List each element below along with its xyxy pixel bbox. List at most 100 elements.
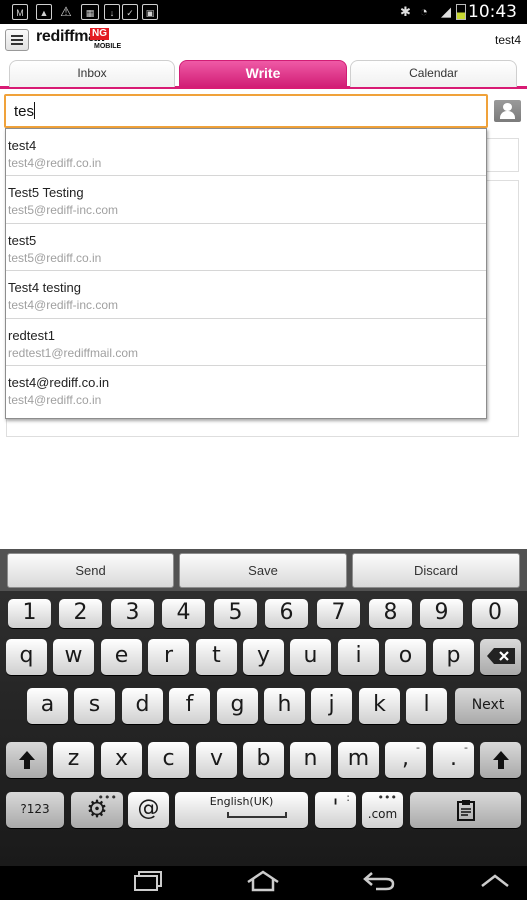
- tab-calendar[interactable]: Calendar: [350, 60, 517, 87]
- key-e[interactable]: e: [101, 639, 142, 675]
- to-input[interactable]: tes: [4, 94, 488, 128]
- key-p[interactable]: p: [433, 639, 474, 675]
- contact-name: test5: [8, 232, 37, 248]
- menu-icon-line: [11, 39, 23, 41]
- key-0[interactable]: 0: [472, 599, 518, 628]
- key-g[interactable]: g: [217, 688, 258, 724]
- symbols-key[interactable]: ?123: [6, 792, 64, 828]
- gmail-icon: M: [12, 4, 28, 20]
- key-l[interactable]: l: [406, 688, 447, 724]
- contact-picker-button[interactable]: [494, 100, 521, 122]
- list-item[interactable]: Test5 Testing test5@rediff-inc.com: [6, 176, 486, 224]
- key-6[interactable]: 6: [265, 599, 308, 628]
- download-icon: ↓: [104, 4, 120, 20]
- space-key[interactable]: English(UK): [175, 792, 308, 828]
- key-period-label: .: [450, 746, 457, 771]
- autocomplete-list: test4 test4@rediff.co.in Test5 Testing t…: [5, 128, 487, 419]
- key-x[interactable]: x: [101, 742, 142, 778]
- key-a[interactable]: a: [27, 688, 68, 724]
- list-item[interactable]: test4@rediff.co.in test4@rediff.co.in: [6, 366, 486, 413]
- list-item[interactable]: test4 test4@rediff.co.in: [6, 129, 486, 177]
- home-icon[interactable]: [246, 870, 280, 899]
- send-button[interactable]: Send: [7, 553, 174, 588]
- clipboard-icon: [456, 800, 475, 821]
- key-o[interactable]: o: [385, 639, 426, 675]
- key-c[interactable]: c: [148, 742, 189, 778]
- contact-email: test5@rediff-inc.com: [8, 203, 118, 218]
- keyboard-icon: ▦: [81, 4, 99, 20]
- text-caret: [34, 102, 36, 119]
- to-input-value: tes: [14, 103, 35, 120]
- key-comma-label: ,: [402, 746, 409, 771]
- shift-key[interactable]: [6, 742, 47, 778]
- key-4[interactable]: 4: [162, 599, 205, 628]
- key-t[interactable]: t: [196, 639, 237, 675]
- back-icon[interactable]: [362, 870, 396, 899]
- key-2[interactable]: 2: [59, 599, 102, 628]
- contact-name: Test5 Testing: [8, 185, 84, 201]
- key-r[interactable]: r: [148, 639, 189, 675]
- next-key[interactable]: Next: [455, 688, 521, 724]
- key-m[interactable]: m: [338, 742, 379, 778]
- key-j[interactable]: j: [311, 688, 352, 724]
- hide-keyboard-icon[interactable]: [478, 870, 512, 899]
- clock: 10:43: [468, 2, 517, 22]
- clipboard-key[interactable]: [410, 792, 521, 828]
- key-1[interactable]: 1: [8, 599, 51, 628]
- backspace-icon: [486, 648, 515, 664]
- settings-key[interactable]: ⚙ •••: [71, 792, 123, 828]
- key-w[interactable]: w: [53, 639, 94, 675]
- tab-write[interactable]: Write: [179, 60, 347, 87]
- tab-inbox[interactable]: Inbox: [9, 60, 175, 87]
- backspace-key[interactable]: [480, 639, 521, 675]
- discard-button[interactable]: Discard: [352, 553, 520, 588]
- contact-email: test4@rediff-inc.com: [8, 298, 118, 313]
- key-at[interactable]: @: [128, 792, 169, 828]
- key-y[interactable]: y: [243, 639, 284, 675]
- key-8[interactable]: 8: [369, 599, 412, 628]
- key-s[interactable]: s: [74, 688, 115, 724]
- contact-name: Test4 testing: [8, 280, 81, 296]
- key-b[interactable]: b: [243, 742, 284, 778]
- list-item[interactable]: Test4 testing test4@rediff-inc.com: [6, 271, 486, 319]
- shift-key-right[interactable]: [480, 742, 521, 778]
- dotcom-key[interactable]: .com •••: [362, 792, 403, 828]
- key-z[interactable]: z: [53, 742, 94, 778]
- key-k[interactable]: k: [359, 688, 400, 724]
- contact-name: test4@rediff.co.in: [8, 374, 110, 390]
- key-9[interactable]: 9: [420, 599, 463, 628]
- key-comma[interactable]: , -: [385, 742, 426, 778]
- save-button[interactable]: Save: [179, 553, 347, 588]
- key-apostrophe-alt: :: [346, 791, 350, 804]
- shift-icon: [18, 751, 35, 769]
- list-item[interactable]: redtest1 redtest1@rediffmail.com: [6, 319, 486, 366]
- key-7[interactable]: 7: [317, 599, 360, 628]
- key-3[interactable]: 3: [111, 599, 154, 628]
- list-item[interactable]: test5 test5@rediff.co.in: [6, 224, 486, 272]
- key-v[interactable]: v: [196, 742, 237, 778]
- app-header: rediffmail NG MOBILE test4: [0, 24, 527, 56]
- key-u[interactable]: u: [290, 639, 331, 675]
- space-key-label: English(UK): [209, 795, 274, 808]
- key-d[interactable]: d: [122, 688, 163, 724]
- contact-email: test4@rediff.co.in: [8, 392, 102, 407]
- key-period[interactable]: . -: [433, 742, 474, 778]
- contact-email: redtest1@rediffmail.com: [8, 345, 139, 360]
- contact-name: redtest1: [8, 327, 55, 343]
- user-name[interactable]: test4: [495, 33, 521, 47]
- key-5[interactable]: 5: [214, 599, 257, 628]
- key-apostrophe[interactable]: ' :: [315, 792, 356, 828]
- key-period-alt: -: [464, 741, 468, 754]
- menu-button[interactable]: [5, 29, 29, 51]
- key-comma-alt: -: [416, 741, 420, 754]
- key-q[interactable]: q: [6, 639, 47, 675]
- logo-sub: MOBILE: [94, 43, 122, 50]
- space-icon: [227, 812, 287, 818]
- contact-name: test4: [8, 138, 37, 153]
- key-n[interactable]: n: [290, 742, 331, 778]
- contact-icon: [503, 103, 512, 111]
- key-h[interactable]: h: [264, 688, 305, 724]
- key-i[interactable]: i: [338, 639, 379, 675]
- recent-apps-icon[interactable]: [133, 870, 165, 899]
- key-f[interactable]: f: [169, 688, 210, 724]
